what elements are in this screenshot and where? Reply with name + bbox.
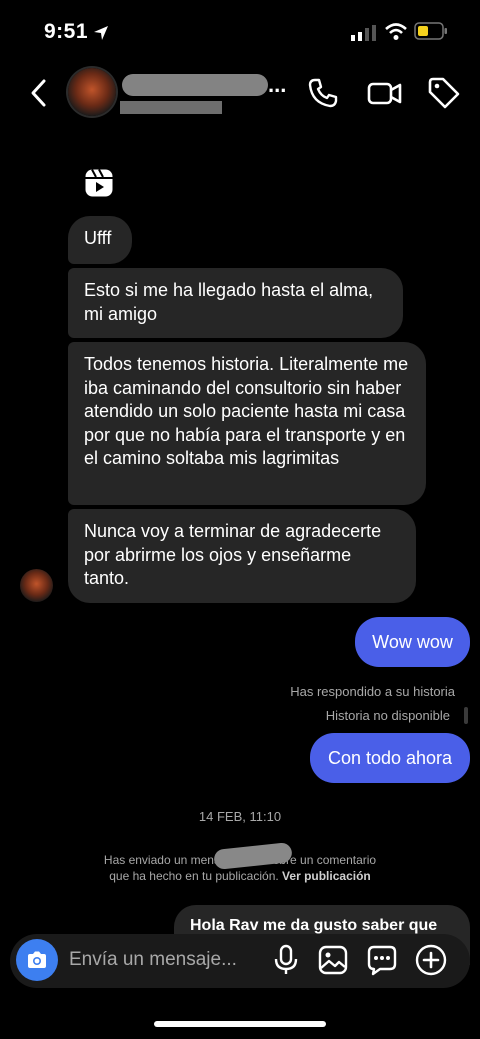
wifi-icon (385, 23, 407, 40)
story-reply-note: Has respondido a su historia (290, 684, 455, 699)
message-input[interactable]: Envía un mensaje... (69, 949, 237, 971)
back-chevron-icon[interactable] (28, 78, 50, 108)
sticker-chat-icon[interactable] (366, 944, 398, 976)
status-time: 9:51 (44, 20, 89, 43)
view-post-link[interactable]: Ver publicación (282, 869, 371, 883)
contact-avatar[interactable] (68, 68, 116, 116)
sender-avatar[interactable] (20, 569, 53, 602)
incoming-message[interactable]: Nunca voy a terminar de agradecerte por … (68, 509, 416, 603)
outgoing-message[interactable]: Wow wow (355, 617, 470, 667)
location-arrow-icon (94, 26, 108, 40)
add-plus-icon[interactable] (414, 943, 448, 977)
contact-name-ellipsis: ... (268, 72, 287, 97)
battery-icon (414, 22, 447, 40)
outgoing-message[interactable]: Con todo ahora (310, 733, 470, 783)
video-call-icon[interactable] (366, 76, 404, 110)
microphone-icon[interactable] (272, 944, 300, 976)
incoming-message[interactable]: Todos tenemos historia. Literalmente me … (68, 342, 426, 505)
home-indicator (154, 1021, 326, 1027)
tag-label-icon[interactable] (426, 76, 462, 110)
camera-icon (28, 951, 46, 968)
story-preview-bar (464, 707, 468, 724)
phone-call-icon[interactable] (306, 76, 340, 110)
incoming-message[interactable]: Ufff (68, 216, 132, 264)
contact-username-redacted (120, 101, 222, 114)
date-separator: 14 FEB, 11:10 (198, 809, 282, 824)
cellular-signal-icon (351, 25, 376, 41)
incoming-message[interactable]: Esto si me ha llegado hasta el alma, mi … (68, 268, 403, 338)
camera-button[interactable] (16, 939, 58, 981)
notice-text-3: que ha hecho en tu publicación. (109, 869, 279, 883)
reel-icon[interactable] (84, 168, 114, 198)
contact-name-redacted[interactable] (122, 74, 268, 96)
story-unavailable-note: Historia no disponible (325, 708, 450, 723)
gallery-image-icon[interactable] (317, 944, 349, 976)
